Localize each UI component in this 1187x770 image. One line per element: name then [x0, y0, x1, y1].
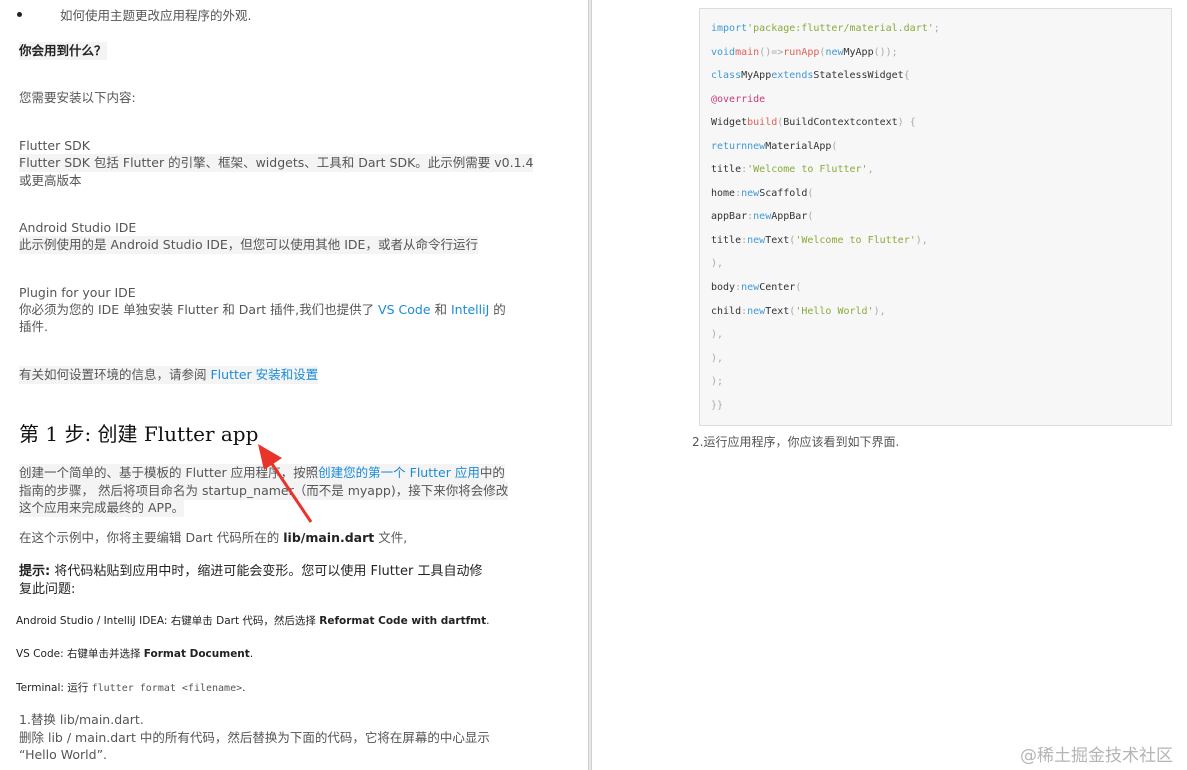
term-label: Terminal: 运行	[16, 682, 92, 694]
plugin-desc-line1: 你必须为您的 IDE 单独安装 Flutter 和 Dart 插件,我们也提供了…	[19, 301, 506, 319]
env-info-text: 有关如何设置环境的信息，请参阅	[19, 367, 211, 382]
tip-line1: 提示: 将代码粘贴到应用中时，缩进可能会变形。您可以使用 Flutter 工具自…	[19, 560, 482, 579]
env-info: 有关如何设置环境的信息，请参阅 Flutter 安装和设置	[19, 366, 319, 384]
replace-line1: 1.替换 lib/main.dart.	[19, 712, 144, 727]
edit-text-a: 在这个示例中，你将主要编辑 Dart 代码所在的	[19, 530, 284, 545]
code-line-12: body:newCenter(	[711, 282, 802, 293]
juejin-watermark: @稀土掘金技术社区	[1020, 746, 1173, 766]
tip-text-1: 将代码粘贴到应用中时，缩进可能会变形。您可以使用 Flutter 工具自动修	[50, 564, 483, 579]
code-line-17: }}	[711, 400, 724, 411]
main-dart-file: lib/main.dart	[283, 530, 375, 545]
as-end: .	[486, 615, 490, 627]
code-line-6: returnnewMaterialApp(	[711, 141, 838, 152]
code-line-3: classMyAppextendsStatelessWidget{	[711, 70, 910, 81]
bullet-icon	[17, 12, 22, 17]
sdk-desc-line2: 或更高版本	[19, 173, 82, 188]
flutter-format-command: flutter format <filename>	[91, 683, 243, 694]
create-line3: 这个应用来完成最终的 APP。	[19, 499, 185, 517]
code-line-16: );	[711, 376, 724, 387]
as-label: Android Studio / IntelliJ IDEA: 右键单击 Dar…	[16, 615, 320, 627]
step1-heading: 第 1 步: 创建 Flutter app	[19, 422, 259, 446]
edit-line: 在这个示例中，你将主要编辑 Dart 代码所在的 lib/main.dart 文…	[19, 529, 407, 547]
code-line-8: home:newScaffold(	[711, 188, 814, 199]
create-line2: 指南的步骤， 然后将项目命名为 startup_namer（而不是 myapp)…	[19, 482, 509, 500]
create-text-b: 中的	[479, 465, 505, 480]
code-line-10: title:newText('Welcome to Flutter'),	[711, 235, 928, 246]
replace-line3: “Hello World”.	[19, 747, 108, 762]
code-line-11: ),	[711, 258, 724, 269]
plugin-desc-b: 和	[430, 302, 451, 317]
vs-label: VS Code: 右键单击并选择	[16, 648, 144, 660]
left-page: 如何使用主题更改应用程序的外观. 你会用到什么？ 您需要安装以下内容: Flut…	[0, 0, 588, 770]
run-app-caption: 2.运行应用程序，你应该看到如下界面.	[692, 435, 900, 449]
terminal-tip: Terminal: 运行 flutter format <filename>.	[16, 680, 245, 695]
plugin-desc-line2: 插件.	[19, 319, 48, 334]
code-line-4: @override	[711, 94, 766, 105]
term-end: .	[242, 682, 246, 694]
tip-line2: 复此问题:	[19, 582, 76, 597]
edit-text-b: 文件,	[374, 530, 408, 545]
vs-end: .	[249, 648, 254, 660]
first-app-link[interactable]: 创建您的第一个 Flutter 应用	[318, 465, 480, 480]
plugin-title: Plugin for your IDE	[19, 285, 136, 300]
plugin-desc-a: 你必须为您的 IDE 单独安装 Flutter 和 Dart 插件,我们也提供了	[19, 302, 379, 317]
what-heading: 你会用到什么？	[19, 42, 107, 60]
reformat-action: Reformat Code with dartfmt	[319, 615, 487, 627]
code-line-13: child:newText('Hello World'),	[711, 306, 886, 317]
studio-title: Android Studio IDE	[19, 220, 137, 235]
code-line-14: ),	[711, 329, 724, 340]
create-text-a: 创建一个简单的、基于模板的 Flutter 应用程序，按照	[19, 465, 319, 480]
code-line-2: voidmain()=>runApp(newMyApp());	[711, 47, 898, 58]
flutter-install-link[interactable]: Flutter 安装和设置	[210, 367, 318, 382]
code-line-15: ),	[711, 353, 724, 364]
studio-desc: 此示例使用的是 Android Studio IDE，但您可以使用其他 IDE，…	[19, 236, 478, 254]
vscode-link[interactable]: VS Code	[378, 302, 430, 317]
sdk-title: Flutter SDK	[19, 138, 90, 153]
plugin-desc-c: 的	[489, 302, 506, 317]
code-block: import'package:flutter/material.dart'; v…	[699, 8, 1172, 426]
code-line-5: Widgetbuild(BuildContextcontext) {	[711, 117, 916, 128]
vscode-tip: VS Code: 右键单击并选择 Format Document.	[16, 646, 253, 661]
replace-line2: 删除 lib / main.dart 中的所有代码，然后替换为下面的代码，它将在…	[19, 730, 490, 745]
format-document-action: Format Document	[143, 648, 250, 660]
install-intro: 您需要安装以下内容:	[19, 90, 136, 105]
android-studio-tip: Android Studio / IntelliJ IDEA: 右键单击 Dar…	[16, 613, 489, 628]
tip-label: 提示:	[19, 564, 51, 579]
sdk-desc-line1: Flutter SDK 包括 Flutter 的引擎、框架、widgets、工具…	[19, 154, 534, 172]
code-line-9: appBar:newAppBar(	[711, 211, 814, 222]
code-line-7: title:'Welcome to Flutter',	[711, 164, 874, 175]
intellij-link[interactable]: IntelliJ	[451, 302, 489, 317]
code-line-1: import'package:flutter/material.dart';	[711, 23, 940, 34]
create-line1: 创建一个简单的、基于模板的 Flutter 应用程序，按照创建您的第一个 Flu…	[19, 464, 505, 482]
bullet-theme-text: 如何使用主题更改应用程序的外观.	[60, 8, 252, 23]
